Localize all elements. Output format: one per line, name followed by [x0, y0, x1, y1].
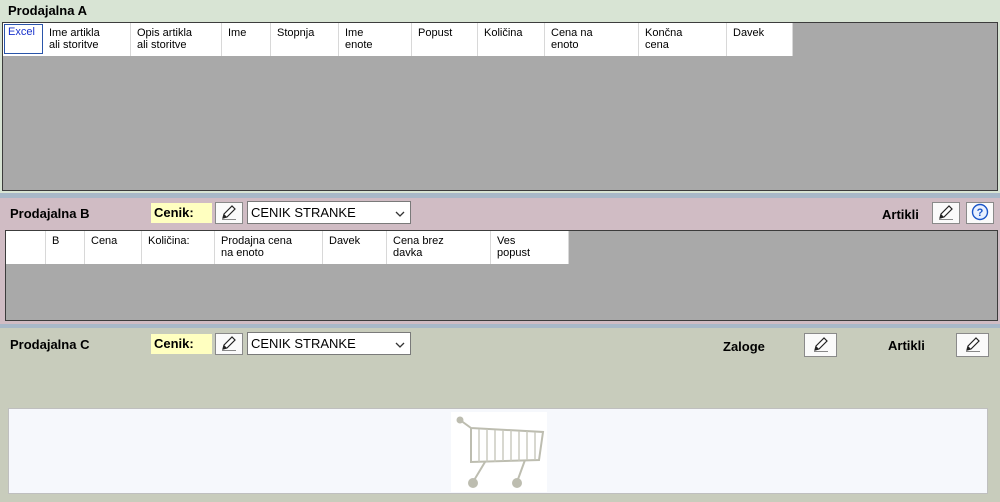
shopping-cart-icon — [451, 412, 547, 492]
column-header-opis-artikla[interactable]: Opis artikla ali storitve — [131, 23, 222, 56]
cenik-select-b-value: CENIK STRANKE — [251, 205, 356, 220]
column-header-cena-na-enoto[interactable]: Cena na enoto — [545, 23, 639, 56]
section-prodajalna-a: Prodajalna A Excel Ime artikla ali stori… — [0, 0, 1000, 193]
column-header-popust[interactable]: Popust — [412, 23, 478, 56]
pencil-icon — [964, 335, 982, 356]
column-header-kolicina[interactable]: Količina — [478, 23, 545, 56]
cenik-label-b: Cenik: — [151, 203, 212, 223]
edit-artikli-button-b[interactable] — [932, 202, 960, 224]
pencil-icon — [220, 334, 238, 355]
grid-a-header: Excel Ime artikla ali storitve Opis arti… — [3, 23, 793, 56]
column-header-ime-enote[interactable]: Ime enote — [339, 23, 412, 56]
section-a-title: Prodajalna A — [8, 3, 87, 18]
zaloge-label: Zaloge — [723, 339, 765, 354]
pencil-icon — [812, 335, 830, 356]
pencil-icon — [937, 203, 955, 224]
column-header-koncna-cena[interactable]: Končna cena — [639, 23, 727, 56]
column-header-cena[interactable]: Cena — [85, 231, 142, 264]
help-button[interactable]: ? — [966, 202, 994, 224]
svg-text:?: ? — [977, 207, 984, 219]
column-header-prodajna-cena[interactable]: Prodajna cena na enoto — [215, 231, 323, 264]
grid-b[interactable]: B Cena Količina: Prodajna cena na enoto … — [5, 230, 998, 321]
section-prodajalna-b: Prodajalna B Cenik: CENIK STRANKE Artikl… — [0, 198, 1000, 324]
section-b-title: Prodajalna B — [10, 206, 90, 221]
column-header-ves-popust[interactable]: Ves popust — [491, 231, 569, 264]
column-header-ime[interactable]: Ime — [222, 23, 271, 56]
column-header-b[interactable]: B — [46, 231, 85, 264]
chevron-down-icon — [395, 207, 405, 222]
cenik-label-c: Cenik: — [151, 334, 212, 354]
edit-artikli-button-c[interactable] — [956, 333, 989, 357]
column-header-row-selector[interactable] — [6, 231, 46, 264]
column-header-cena-brez-davka[interactable]: Cena brez davka — [387, 231, 491, 264]
excel-button[interactable]: Excel — [4, 24, 43, 54]
artikli-label-b: Artikli — [882, 207, 919, 222]
section-prodajalna-c: Prodajalna C Cenik: CENIK STRANKE Zaloge… — [0, 328, 1000, 502]
section-c-title: Prodajalna C — [10, 337, 90, 352]
column-header-kolicina-b[interactable]: Količina: — [142, 231, 215, 264]
grid-a[interactable]: Excel Ime artikla ali storitve Opis arti… — [2, 22, 998, 191]
chevron-down-icon — [395, 338, 405, 353]
column-header-stopnja[interactable]: Stopnja — [271, 23, 339, 56]
cenik-select-c-value: CENIK STRANKE — [251, 336, 356, 351]
edit-zaloge-button[interactable] — [804, 333, 837, 357]
cenik-select-b[interactable]: CENIK STRANKE — [247, 201, 411, 224]
column-header-davek[interactable]: Davek — [727, 23, 793, 56]
column-header-davek-b[interactable]: Davek — [323, 231, 387, 264]
question-icon: ? — [971, 203, 989, 224]
artikli-label-c: Artikli — [888, 338, 925, 353]
pencil-icon — [220, 203, 238, 224]
edit-cenik-button-b[interactable] — [215, 202, 243, 224]
cenik-select-c[interactable]: CENIK STRANKE — [247, 332, 411, 355]
edit-cenik-button-c[interactable] — [215, 333, 243, 355]
grid-b-header: B Cena Količina: Prodajna cena na enoto … — [6, 231, 569, 264]
column-header-ime-artikla[interactable]: Ime artikla ali storitve — [43, 23, 131, 56]
cart-panel[interactable] — [8, 408, 988, 494]
